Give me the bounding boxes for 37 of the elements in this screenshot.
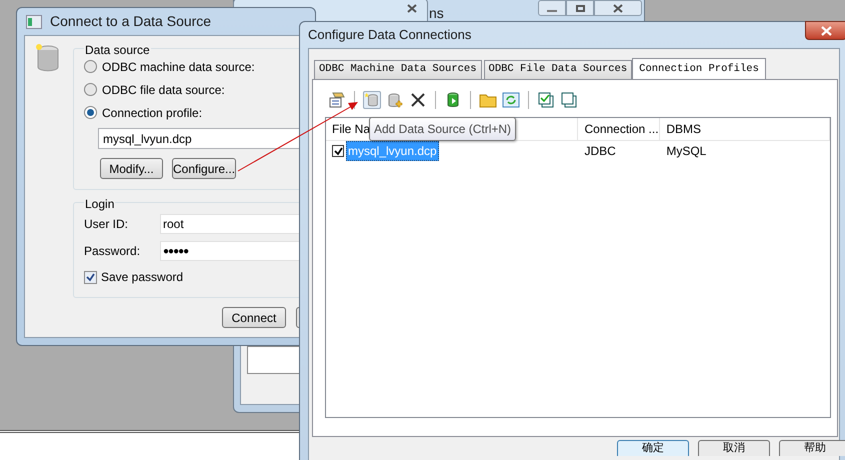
tab[interactable]: ODBC Machine Data Sources: [314, 60, 482, 79]
close-icon: [613, 4, 623, 12]
table-cell-text: MySQL: [665, 143, 708, 160]
new-database-icon[interactable]: [363, 91, 381, 109]
database-icon: [35, 43, 59, 73]
delete-icon[interactable]: [409, 91, 427, 109]
password-label: Password:: [84, 243, 142, 260]
configure-button[interactable]: Configure...: [172, 158, 236, 179]
checkmark-icon: [86, 272, 95, 282]
add-database-icon[interactable]: [386, 91, 404, 109]
close-icon: [820, 26, 832, 36]
tab[interactable]: ODBC File Data Sources: [484, 60, 632, 79]
tooltip: Add Data Source (Ctrl+N): [369, 117, 516, 141]
table-cell-text: JDBC: [584, 143, 617, 160]
connect-button[interactable]: Connect: [222, 307, 286, 328]
column-header[interactable]: DBMS: [660, 118, 830, 140]
maximize-button[interactable]: [566, 0, 594, 16]
dialog-button[interactable]: 确定: [617, 440, 689, 456]
window-title: ns: [429, 4, 444, 23]
uncheck-all-icon[interactable]: [560, 91, 578, 109]
dialog-title: Configure Data Connections: [308, 26, 472, 44]
dialog-button[interactable]: 取消: [698, 440, 770, 456]
column-header[interactable]: Connection ...: [578, 118, 660, 140]
window-icon: [26, 14, 42, 28]
check-all-icon[interactable]: [537, 91, 555, 109]
dialog-title: Connect to a Data Source: [50, 12, 212, 31]
close-button[interactable]: [805, 21, 845, 40]
refresh-icon[interactable]: [502, 91, 520, 109]
row-checkbox[interactable]: [332, 145, 344, 157]
user-id-label: User ID:: [84, 216, 130, 233]
modify-button[interactable]: Modify...: [100, 158, 163, 179]
properties-icon[interactable]: [328, 91, 346, 109]
tab[interactable]: Connection Profiles: [632, 58, 766, 80]
minimize-button[interactable]: [538, 0, 566, 16]
close-button[interactable]: [594, 0, 642, 16]
dialog-button[interactable]: 帮助: [779, 440, 845, 456]
close-icon: [407, 4, 417, 12]
